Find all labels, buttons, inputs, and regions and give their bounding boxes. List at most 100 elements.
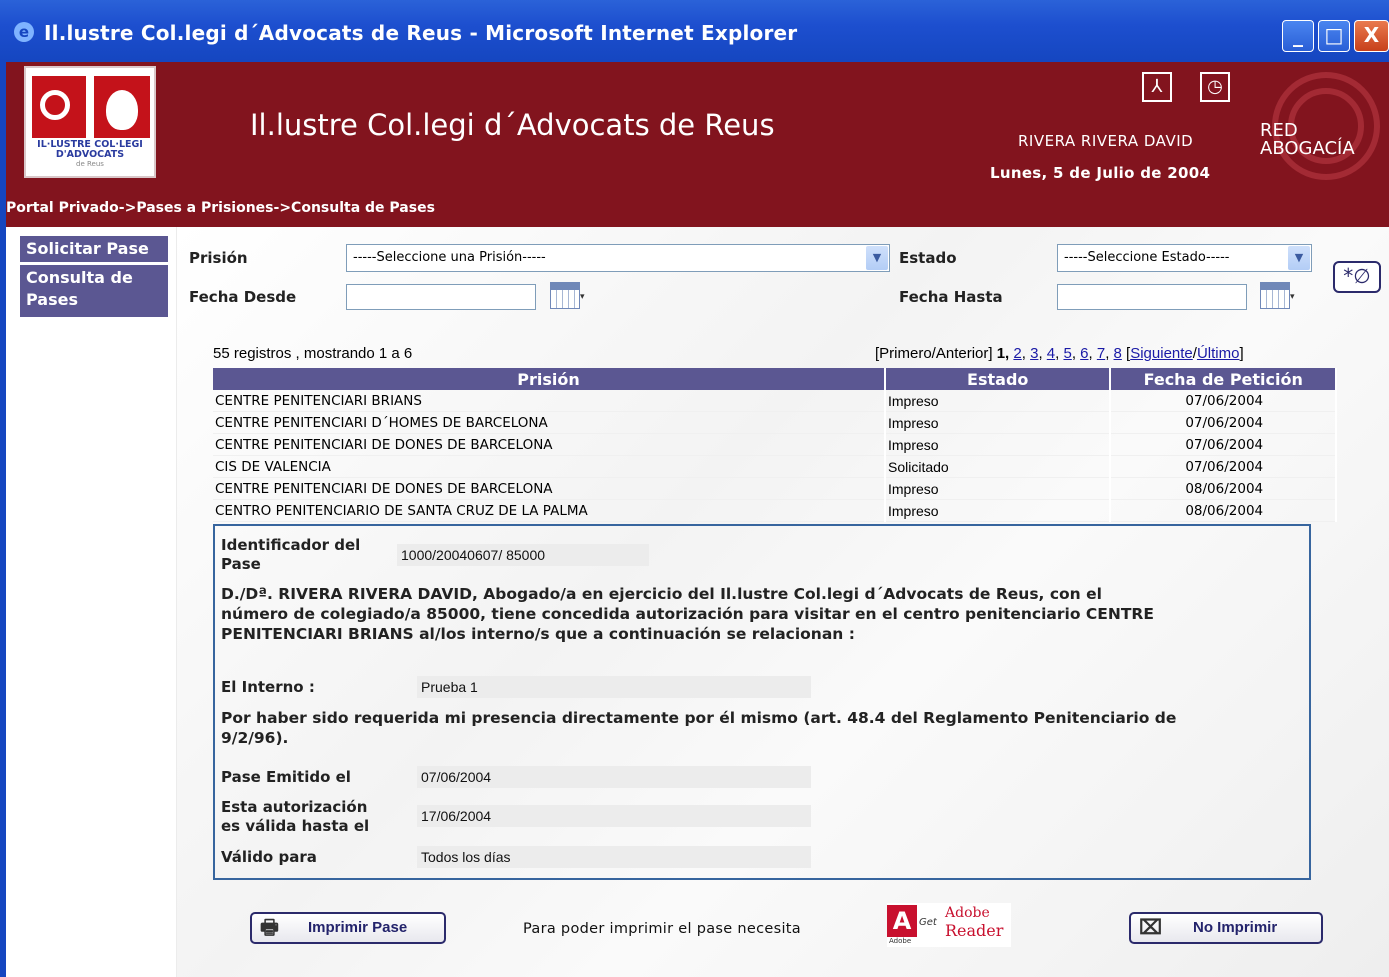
main-content: Prisión -----Seleccione una Prisión-----…: [177, 227, 1389, 977]
estado-select-value: -----Seleccione Estado-----: [1064, 250, 1230, 265]
close-button[interactable]: X: [1354, 20, 1389, 52]
no-print-label: No Imprimir: [1193, 919, 1278, 936]
valido-para-label: Válido para: [221, 848, 317, 866]
pager-page-2[interactable]: 2: [1013, 345, 1021, 362]
clear-filter-icon[interactable]: *∅: [1333, 261, 1381, 293]
authorization-line3: PENITENCIARI BRIANS al/los interno/s que…: [221, 625, 855, 643]
pass-detail-panel: Identificador del Pase 1000/20040607/ 85…: [213, 524, 1311, 880]
chevron-down-icon[interactable]: ▼: [866, 246, 888, 270]
adobe-reader-link[interactable]: A Get Adobe Reader Adobe: [887, 903, 1011, 947]
cell-fecha: 07/06/2004: [1110, 433, 1337, 456]
left-nav: Solicitar Pase Consulta de Pases: [6, 227, 177, 977]
pager-prefix: [Primero/Anterior]: [875, 345, 993, 362]
motivo-line1: Por haber sido requerida mi presencia di…: [221, 709, 1177, 727]
interno-value: Prueba 1: [417, 676, 811, 698]
fecha-desde-input[interactable]: [346, 284, 536, 310]
estado-select[interactable]: -----Seleccione Estado----- ▼: [1057, 244, 1312, 272]
table-row[interactable]: CENTRE PENITENCIARI D´HOMES DE BARCELONA…: [213, 411, 1337, 434]
cell-prision: CIS DE VALENCIA: [213, 455, 886, 478]
user-name: RIVERA RIVERA DAVID: [1018, 132, 1194, 150]
logo-drop: [106, 90, 138, 130]
no-print-button[interactable]: ⌧ No Imprimir: [1129, 912, 1323, 944]
cell-fecha: 08/06/2004: [1110, 477, 1337, 500]
emitido-value: 07/06/2004: [417, 766, 811, 788]
valido-para-value: Todos los días: [417, 846, 811, 868]
calendar-dropdown-arrow: ▾: [580, 292, 585, 302]
fecha-hasta-label: Fecha Hasta: [899, 288, 1003, 306]
nav-item-consulta-pases[interactable]: Consulta de Pases: [20, 265, 168, 317]
adobe-logo-icon: A: [887, 905, 917, 937]
column-header-estado[interactable]: Estado: [885, 368, 1112, 390]
valida-label-line1: Esta autorización: [221, 798, 368, 816]
pager-page-5[interactable]: 5: [1063, 345, 1071, 362]
cell-fecha: 07/06/2004: [1110, 390, 1337, 412]
logo-ring: [40, 90, 70, 120]
ie-icon: e: [14, 22, 34, 42]
nav-item-solicitar-pase[interactable]: Solicitar Pase: [20, 236, 168, 262]
column-header-prision[interactable]: Prisión: [213, 368, 886, 390]
authorization-text: D./Dª. RIVERA RIVERA DAVID, Abogado/a en…: [221, 584, 1154, 644]
current-date: Lunes, 5 de Julio de 2004: [990, 164, 1211, 182]
cell-prision: CENTRO PENITENCIARIO DE SANTA CRUZ DE LA…: [213, 499, 886, 522]
college-logo[interactable]: IL·LUSTRE COL·LEGI D'ADVOCATS de Reus: [24, 66, 156, 178]
authorization-line2: número de colegiado/a 85000, tiene conce…: [221, 605, 1154, 623]
calendar-dropdown-arrow: ▾: [1290, 292, 1295, 302]
logo-text: IL·LUSTRE COL·LEGI D'ADVOCATS: [37, 139, 143, 160]
id-label-line2: Pase: [221, 555, 261, 573]
clock-icon[interactable]: ◷: [1200, 72, 1230, 102]
column-header-fecha[interactable]: Fecha de Petición: [1110, 368, 1337, 390]
window-titlebar: e Il.lustre Col.legi d´Advocats de Reus …: [0, 0, 1389, 62]
cell-estado: Impreso: [885, 477, 1112, 500]
calendar-icon-body: [1260, 289, 1290, 309]
calendar-icon-top: [1260, 282, 1290, 289]
prision-select[interactable]: -----Seleccione una Prisión----- ▼: [346, 244, 890, 272]
pager-next[interactable]: Siguiente: [1130, 345, 1193, 362]
fecha-desde-label: Fecha Desde: [189, 288, 297, 306]
table-row[interactable]: CENTRE PENITENCIARI BRIANS Impreso 07/06…: [213, 390, 1337, 412]
table-row[interactable]: CENTRE PENITENCIARI DE DONES DE BARCELON…: [213, 477, 1337, 500]
calendar-icon[interactable]: ▾: [550, 282, 586, 312]
site-title: Il.lustre Col.legi d´Advocats de Reus: [250, 108, 775, 142]
cell-prision: CENTRE PENITENCIARI DE DONES DE BARCELON…: [213, 477, 886, 500]
pager-page-3[interactable]: 3: [1030, 345, 1038, 362]
no-print-icon: ⌧: [1139, 917, 1163, 939]
estado-label: Estado: [899, 249, 957, 267]
pager-page-7[interactable]: 7: [1097, 345, 1105, 362]
chevron-down-icon[interactable]: ▼: [1288, 246, 1310, 270]
calendar-icon[interactable]: ▾: [1260, 282, 1296, 312]
breadcrumb: Portal Privado->Pases a Prisiones->Consu…: [6, 200, 435, 216]
authorization-line1: D./Dª. RIVERA RIVERA DAVID, Abogado/a en…: [221, 585, 1102, 603]
red-abogacia-logo[interactable]: RED ABOGACÍA: [1252, 72, 1380, 180]
cell-estado: Solicitado: [885, 455, 1112, 478]
valida-value: 17/06/2004: [417, 805, 811, 827]
pager-page-6[interactable]: 6: [1080, 345, 1088, 362]
table-row[interactable]: CIS DE VALENCIA Solicitado 07/06/2004: [213, 455, 1337, 478]
calendar-icon-body: [550, 289, 580, 309]
cell-fecha: 07/06/2004: [1110, 455, 1337, 478]
site-header: IL·LUSTRE COL·LEGI D'ADVOCATS de Reus Il…: [6, 62, 1389, 227]
minimize-button[interactable]: _: [1282, 20, 1314, 52]
table-row[interactable]: CENTRE PENITENCIARI DE DONES DE BARCELON…: [213, 433, 1337, 456]
pager-page-4[interactable]: 4: [1047, 345, 1055, 362]
emitido-label: Pase Emitido el: [221, 768, 351, 786]
pager-current: 1,: [996, 345, 1010, 362]
pager-last[interactable]: Último: [1197, 345, 1240, 362]
results-table: Prisión Estado Fecha de Petición CENTRE …: [213, 368, 1337, 522]
fecha-hasta-input[interactable]: [1057, 284, 1247, 310]
reader-text: Reader: [945, 921, 1004, 940]
cell-estado: Impreso: [885, 411, 1112, 434]
need-reader-text: Para poder imprimir el pase necesita: [523, 921, 801, 937]
window-title: Il.lustre Col.legi d´Advocats de Reus - …: [44, 21, 798, 45]
maximize-button[interactable]: □: [1318, 20, 1350, 52]
table-header-row: Prisión Estado Fecha de Petición: [213, 368, 1337, 390]
red-text-line2: ABOGACÍA: [1260, 138, 1355, 159]
print-pass-button[interactable]: 🖶 Imprimir Pase: [250, 912, 446, 944]
pagination: [Primero/Anterior] 1, 2, 3, 4, 5, 6, 7, …: [875, 345, 1244, 362]
pager-page-8[interactable]: 8: [1114, 345, 1122, 362]
people-icon[interactable]: ⅄: [1142, 72, 1172, 102]
motivo-line2: 9/2/96).: [221, 729, 289, 747]
calendar-icon-top: [550, 282, 580, 289]
table-row[interactable]: CENTRO PENITENCIARIO DE SANTA CRUZ DE LA…: [213, 499, 1337, 522]
cell-prision: CENTRE PENITENCIARI DE DONES DE BARCELON…: [213, 433, 886, 456]
results-count: 55 registros , mostrando 1 a 6: [213, 345, 413, 362]
